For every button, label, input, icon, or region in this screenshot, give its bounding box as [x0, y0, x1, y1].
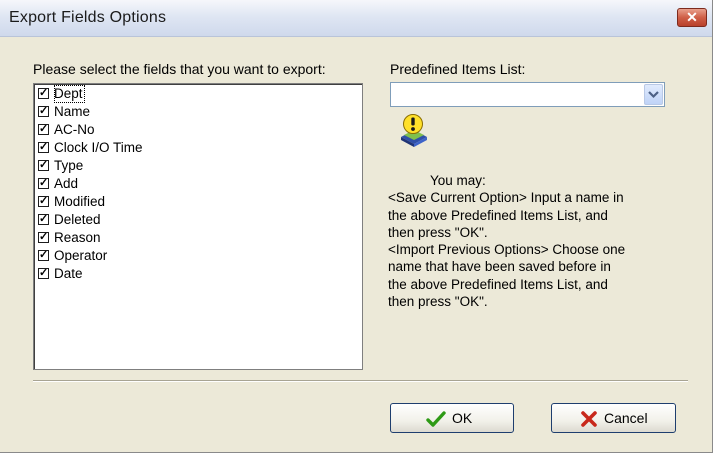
checkbox-modified[interactable]: ✓ — [38, 196, 49, 207]
fields-prompt-label: Please select the fields that you want t… — [33, 61, 326, 77]
checkbox-clock-io-time[interactable]: ✓ — [38, 142, 49, 153]
checkbox-deleted[interactable]: ✓ — [38, 214, 49, 225]
info-line: the above Predefined Items List, and — [388, 276, 608, 292]
field-label: Reason — [54, 230, 101, 245]
info-message: You may: <Save Current Option> Input a n… — [388, 172, 698, 310]
field-label: Operator — [54, 248, 108, 263]
ok-button[interactable]: OK — [390, 403, 514, 433]
dropdown-button[interactable] — [644, 84, 663, 105]
checkbox-ac-no[interactable]: ✓ — [38, 124, 49, 135]
field-label: Date — [54, 266, 83, 281]
field-label: Add — [54, 176, 79, 191]
field-label: Modified — [54, 194, 106, 209]
checkbox-operator[interactable]: ✓ — [38, 250, 49, 261]
info-warning-icon — [397, 113, 431, 149]
info-line: <Save Current Option> Input a name in — [388, 190, 624, 206]
predefined-items-combo[interactable] — [390, 82, 665, 107]
checkbox-reason[interactable]: ✓ — [38, 232, 49, 243]
field-label: Dept — [54, 85, 85, 103]
info-line: the above Predefined Items List, and — [388, 207, 608, 223]
field-label: Name — [54, 104, 91, 119]
info-line: You may: — [430, 173, 486, 188]
predefined-list-label: Predefined Items List: — [390, 61, 526, 77]
checkbox-add[interactable]: ✓ — [38, 178, 49, 189]
ok-button-label: OK — [452, 410, 473, 426]
title-bar: Export Fields Options ✕ — [0, 0, 712, 37]
checkbox-name[interactable]: ✓ — [38, 106, 49, 117]
chevron-down-icon — [648, 91, 659, 99]
field-label: Deleted — [54, 212, 101, 227]
field-label: Type — [54, 158, 84, 173]
checkbox-type[interactable]: ✓ — [38, 160, 49, 171]
info-line: then press "OK". — [388, 294, 488, 310]
checkbox-date[interactable]: ✓ — [38, 268, 49, 279]
dialog-title: Export Fields Options — [9, 9, 167, 26]
fields-listbox[interactable]: ✓ Dept ✓ Name ✓ AC-No ✓ Clock I/O Time ✓… — [33, 83, 363, 370]
close-button[interactable]: ✕ — [677, 8, 707, 27]
separator-line — [33, 380, 688, 382]
cancel-button-label: Cancel — [604, 410, 648, 426]
export-fields-dialog: Export Fields Options ✕ Please select th… — [0, 0, 713, 453]
info-line: <Import Previous Options> Choose one — [388, 242, 626, 258]
info-line: then press "OK". — [388, 224, 488, 240]
cancel-x-icon — [581, 411, 597, 427]
field-label: Clock I/O Time — [54, 140, 143, 155]
checkmark-icon — [426, 411, 446, 427]
info-line: name that have been saved before in — [388, 259, 611, 275]
cancel-button[interactable]: Cancel — [551, 403, 676, 433]
field-label: AC-No — [54, 122, 95, 137]
checkbox-dept[interactable]: ✓ — [38, 88, 49, 99]
